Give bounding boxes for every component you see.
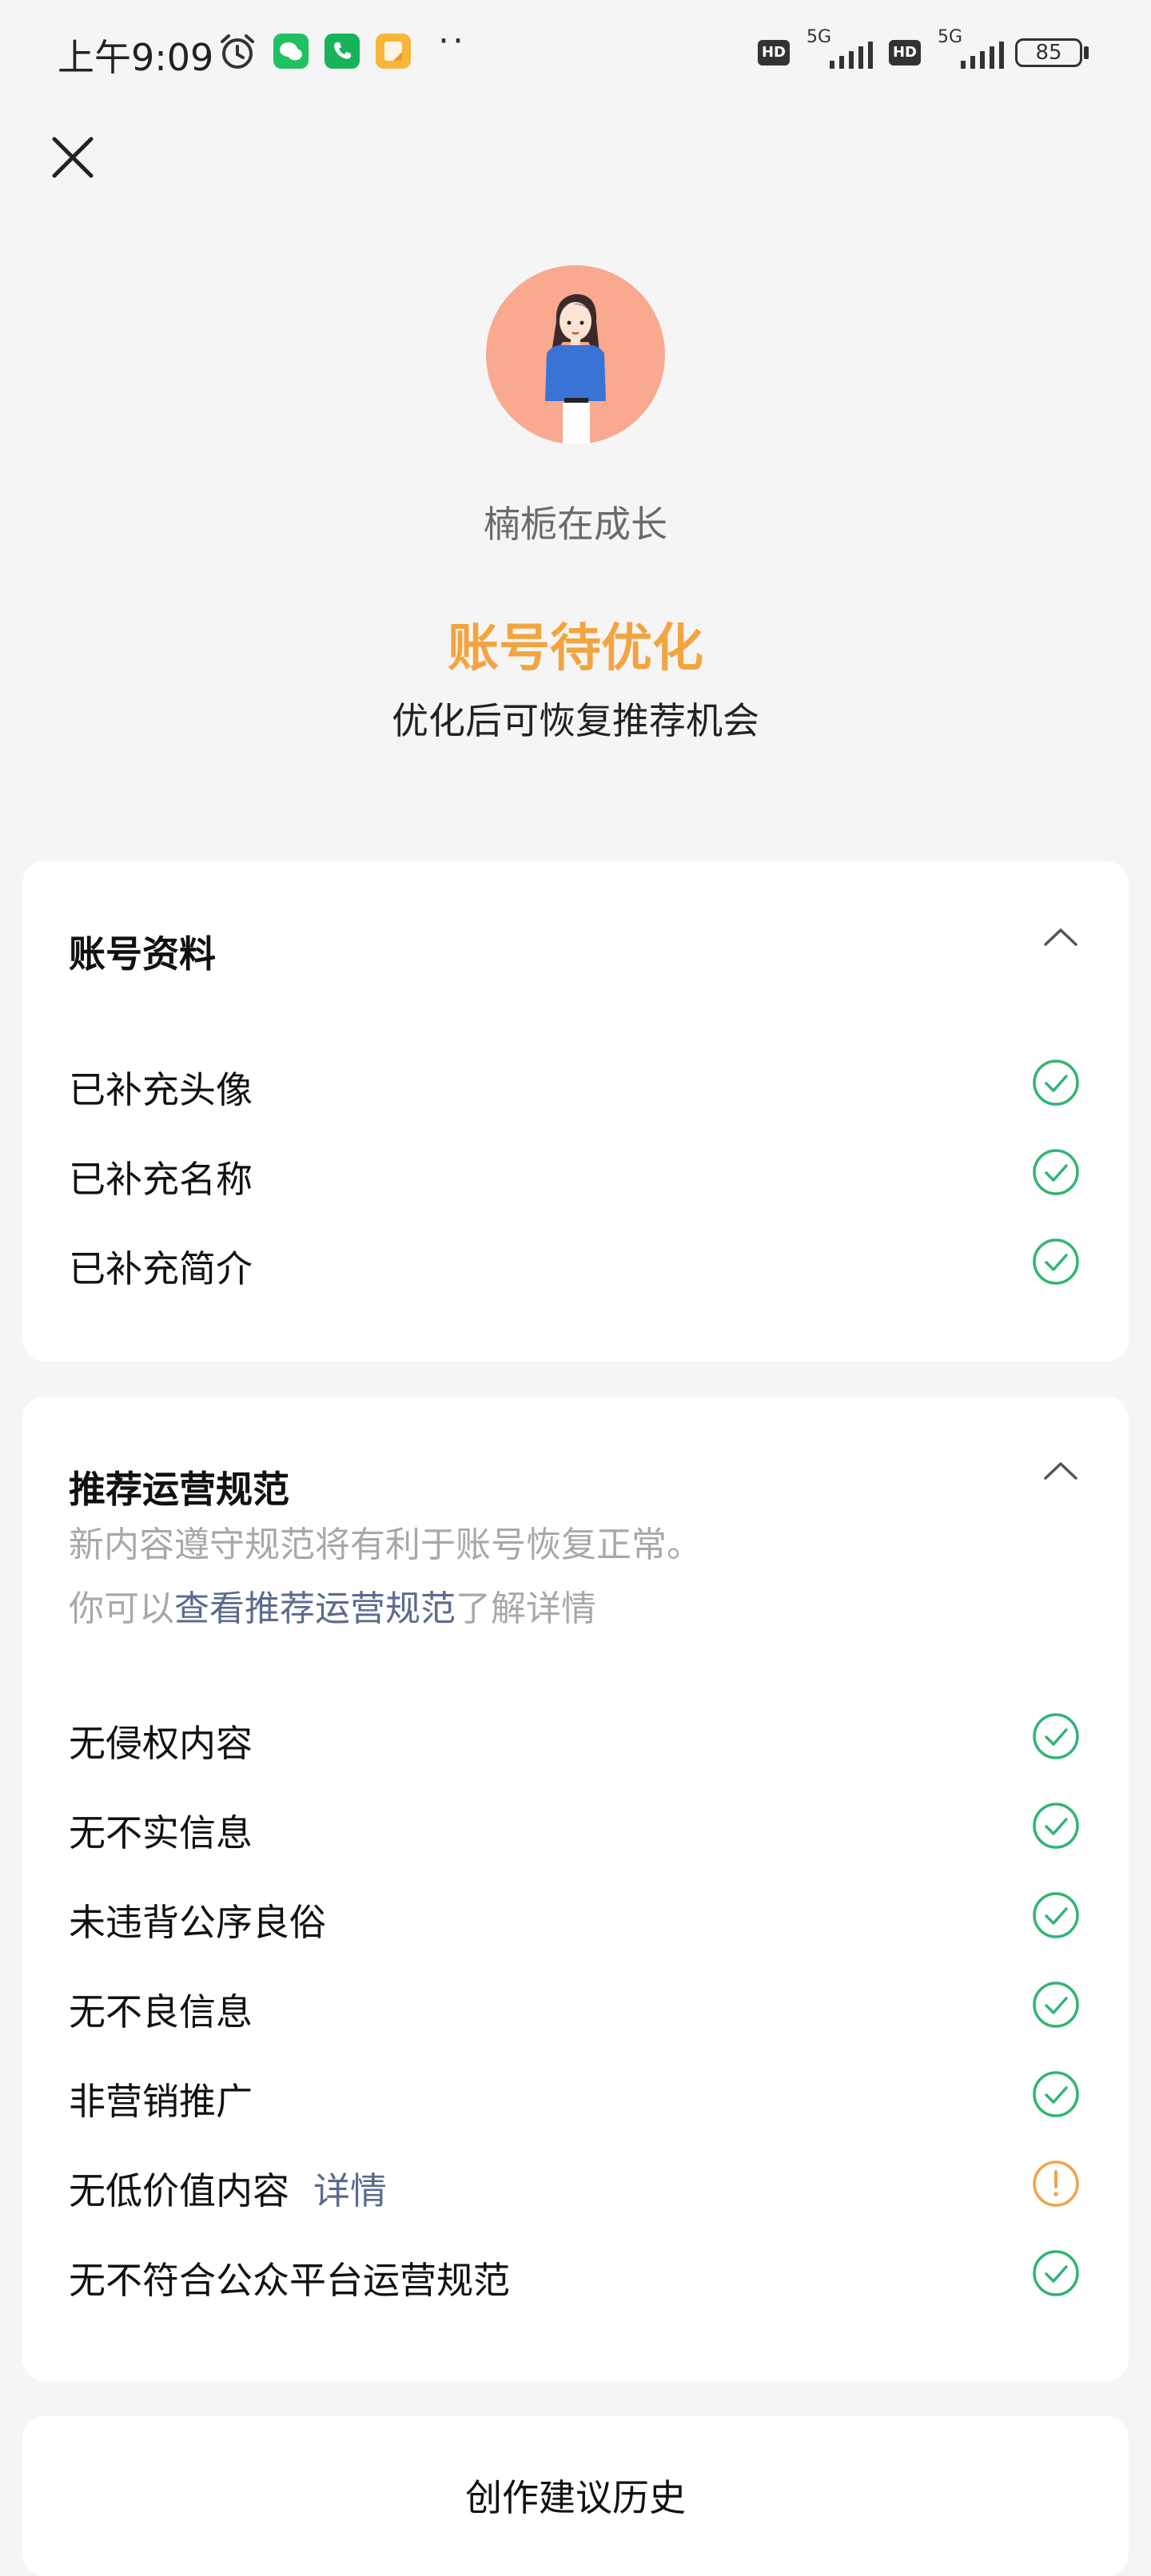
account-info-card: 账号资料 已补充头像已补充名称已补充简介 (22, 861, 1129, 1362)
creation-advice-history-button[interactable]: 创作建议历史 (22, 2469, 1129, 2522)
list-item: 无不符合公众平台运营规范 (22, 2234, 1129, 2314)
list-item: 未违背公序良俗 (22, 1876, 1129, 1956)
check-circle-icon (1031, 2069, 1081, 2119)
list-item-label: 无侵权内容 (69, 1715, 253, 1767)
list-item-text: 已补充头像 (69, 1068, 253, 1111)
signal-icon-2 (961, 42, 1004, 69)
list-item-label: 无不符合公众平台运营规范 (69, 2252, 510, 2304)
list-item-label: 无不良信息 (69, 1983, 253, 2036)
hd-badge-2: HD (889, 40, 921, 66)
view-guidelines-link[interactable]: 查看推荐运营规范 (174, 1588, 456, 1629)
guidelines-card: 推荐运营规范 新内容遵守规范将有利于账号恢复正常。 你可以查看推荐运营规范了解详… (22, 1397, 1129, 2381)
check-circle-icon (1031, 1711, 1081, 1761)
close-icon[interactable] (45, 129, 101, 185)
list-item-label: 已补充简介 (69, 1240, 253, 1293)
list-item-text: 无不实信息 (69, 1811, 253, 1854)
list-item-label: 无低价值内容 详情 (69, 2162, 387, 2215)
list-item-text: 非营销推广 (69, 2080, 253, 2123)
status-bar: 上午9:09 ·· HD 5G HD 5G 85 (0, 0, 1151, 104)
list-item-label: 非营销推广 (69, 2073, 253, 2125)
list-item-text: 未违背公序良俗 (69, 1901, 326, 1944)
list-item-text: 无侵权内容 (69, 1722, 253, 1765)
phone-icon (325, 34, 360, 69)
history-card[interactable]: 创作建议历史 (22, 2416, 1129, 2576)
signal-icon (830, 42, 873, 69)
list-item: 非营销推广 (22, 2055, 1129, 2135)
check-circle-icon (1031, 1890, 1081, 1940)
username: 楠栀在成长 (484, 503, 667, 546)
list-item-text: 无低价值内容 (69, 2169, 289, 2212)
list-item: 已补充头像 (22, 1044, 1129, 1123)
chevron-up-icon[interactable] (1042, 1459, 1079, 1483)
wechat-icon (273, 34, 309, 69)
check-circle-icon (1031, 1058, 1081, 1107)
details-link[interactable]: 详情 (313, 2169, 387, 2212)
list-item: 已补充简介 (22, 1222, 1129, 1302)
list-item-text: 已补充简介 (69, 1247, 253, 1290)
hd-badge: HD (758, 40, 790, 66)
list-item-label: 无不实信息 (69, 1804, 253, 1857)
guidelines-title: 推荐运营规范 (69, 1468, 289, 1511)
list-item: 无低价值内容 详情 (22, 2145, 1129, 2224)
list-item-label: 已补充头像 (69, 1061, 253, 1114)
list-item-text: 无不良信息 (69, 1990, 253, 2033)
guidelines-description-line1: 新内容遵守规范将有利于账号恢复正常。 (69, 1525, 702, 1565)
account-info-title: 账号资料 (69, 932, 216, 976)
status-time: 上午9:09 (58, 36, 214, 79)
desc-prefix: 你可以 (69, 1588, 174, 1629)
account-status-subtitle: 优化后可恢复推荐机会 (392, 699, 759, 742)
avatar (486, 265, 665, 444)
more-notifications-icon: ·· (438, 21, 467, 62)
account-status-title: 账号待优化 (448, 619, 703, 678)
alarm-icon (221, 34, 254, 69)
battery-tip (1084, 46, 1089, 59)
list-item: 无不实信息 (22, 1787, 1129, 1866)
check-circle-icon (1031, 1237, 1081, 1286)
list-item: 已补充名称 (22, 1133, 1129, 1213)
check-circle-icon (1031, 2248, 1081, 2298)
list-item-label: 已补充名称 (69, 1151, 253, 1203)
warning-circle-icon (1031, 2159, 1081, 2208)
check-circle-icon (1031, 1147, 1081, 1197)
chevron-up-icon[interactable] (1042, 925, 1079, 949)
desc-suffix: 了解详情 (456, 1588, 596, 1629)
list-item: 无侵权内容 (22, 1697, 1129, 1777)
list-item: 无不良信息 (22, 1966, 1129, 2045)
notes-icon (376, 34, 411, 69)
check-circle-icon (1031, 1801, 1081, 1851)
battery-indicator: 85 (1015, 38, 1082, 67)
check-circle-icon (1031, 1980, 1081, 2029)
list-item-text: 无不符合公众平台运营规范 (69, 2259, 510, 2302)
list-item-label: 未违背公序良俗 (69, 1894, 326, 1946)
list-item-text: 已补充名称 (69, 1158, 253, 1201)
guidelines-description-line2: 你可以查看推荐运营规范了解详情 (69, 1577, 596, 1641)
